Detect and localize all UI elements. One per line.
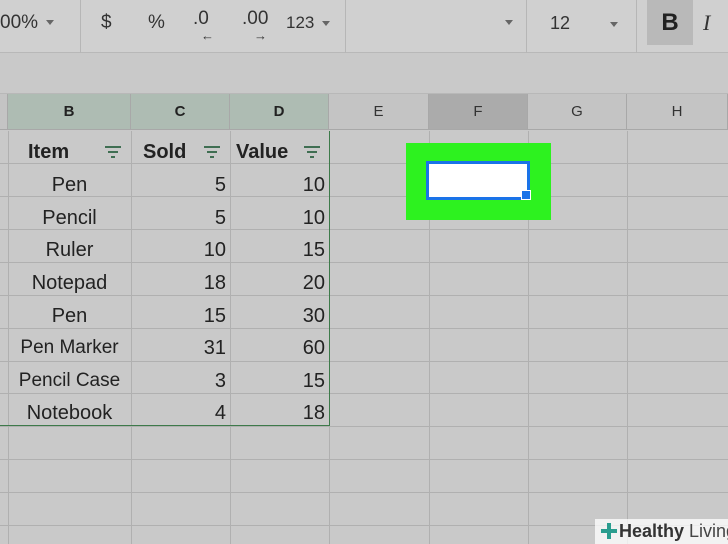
column-header-a[interactable]: [0, 94, 8, 130]
header-label: Sold: [143, 141, 187, 163]
chevron-down-icon: [610, 21, 619, 27]
table-cell-sold[interactable]: 18: [131, 267, 230, 299]
table-cell-sold[interactable]: 5: [131, 202, 230, 234]
table-cell-item[interactable]: Notepad: [8, 267, 131, 299]
zoom-value: 00%: [0, 12, 39, 33]
more-formats-label: 123: [286, 13, 315, 32]
formula-bar[interactable]: [0, 54, 728, 94]
table-cell-value[interactable]: 10: [230, 202, 329, 234]
arrow-right-icon: →: [254, 28, 267, 43]
table-cell-sold[interactable]: 3: [131, 365, 230, 397]
toolbar: 00% $ % .0 ← .00 → 123 12 B I: [0, 0, 728, 53]
table-cell-sold[interactable]: 31: [131, 332, 230, 364]
font-size-value: 12: [550, 13, 571, 33]
selected-cell-f[interactable]: [426, 161, 530, 200]
header-label: Value: [236, 141, 289, 163]
column-header-c[interactable]: C: [131, 94, 230, 130]
table-cell-sold[interactable]: 15: [131, 300, 230, 332]
increase-decimal-button[interactable]: .00 →: [242, 8, 269, 43]
watermark-light: Living: [689, 521, 728, 541]
divider: [636, 0, 637, 53]
grid-line: [0, 459, 728, 460]
table-cell-item[interactable]: Pen: [8, 300, 131, 332]
fill-handle[interactable]: [521, 190, 531, 200]
header-cell-value[interactable]: Value: [230, 136, 329, 168]
more-formats-button[interactable]: 123: [286, 0, 331, 48]
chevron-down-icon: [505, 20, 513, 26]
watermark-bold: Healthy: [619, 521, 685, 541]
filter-icon[interactable]: [204, 146, 220, 158]
font-select[interactable]: [497, 0, 517, 48]
plus-icon: [601, 523, 617, 539]
table-cell-item[interactable]: Ruler: [8, 234, 131, 266]
percent-button[interactable]: %: [148, 0, 165, 48]
table-cell-item[interactable]: Notebook: [8, 397, 131, 429]
column-header-g[interactable]: G: [528, 94, 627, 130]
table-cell-sold[interactable]: 10: [131, 234, 230, 266]
italic-button[interactable]: I: [703, 0, 710, 46]
filter-icon[interactable]: [304, 146, 320, 158]
table-cell-value[interactable]: 18: [230, 397, 329, 429]
chevron-down-icon: [322, 21, 331, 27]
table-cell-value[interactable]: 10: [230, 169, 329, 201]
table-cell-value[interactable]: 60: [230, 332, 329, 364]
grid-line: [627, 131, 628, 544]
column-header-b[interactable]: B: [8, 94, 131, 130]
table-cell-sold[interactable]: 5: [131, 169, 230, 201]
divider: [526, 0, 527, 53]
filter-icon[interactable]: [105, 146, 121, 158]
bold-button[interactable]: B: [647, 0, 693, 45]
table-cell-item[interactable]: Pen Marker: [8, 332, 131, 364]
header-label: Item: [28, 141, 70, 163]
increase-decimal-label: .00: [242, 8, 269, 29]
column-header-d[interactable]: D: [230, 94, 329, 130]
decrease-decimal-button[interactable]: .0 ←: [193, 8, 214, 43]
table-cell-value[interactable]: 30: [230, 300, 329, 332]
header-cell-sold[interactable]: Sold: [131, 136, 230, 168]
table-cell-value[interactable]: 20: [230, 267, 329, 299]
column-header-e[interactable]: E: [329, 94, 429, 130]
column-header-f[interactable]: F: [429, 94, 528, 130]
arrow-left-icon: ←: [201, 28, 214, 43]
table-cell-sold[interactable]: 4: [131, 397, 230, 429]
column-header-h[interactable]: H: [627, 94, 728, 130]
table-cell-item[interactable]: Pencil Case: [8, 365, 131, 397]
zoom-select[interactable]: 00%: [0, 0, 55, 48]
table-cell-item[interactable]: Pen: [8, 169, 131, 201]
table-cell-value[interactable]: 15: [230, 365, 329, 397]
divider: [80, 0, 81, 53]
currency-button[interactable]: $: [101, 0, 112, 48]
grid-line: [0, 492, 728, 493]
table-cell-value[interactable]: 15: [230, 234, 329, 266]
chevron-down-icon: [46, 20, 55, 26]
header-cell-item[interactable]: Item: [8, 136, 131, 168]
watermark: Healthy Living: [595, 519, 728, 544]
table-cell-item[interactable]: Pencil: [8, 202, 131, 234]
divider: [345, 0, 346, 53]
font-size-select[interactable]: 12: [550, 0, 619, 48]
decrease-decimal-label: .0: [193, 8, 209, 29]
